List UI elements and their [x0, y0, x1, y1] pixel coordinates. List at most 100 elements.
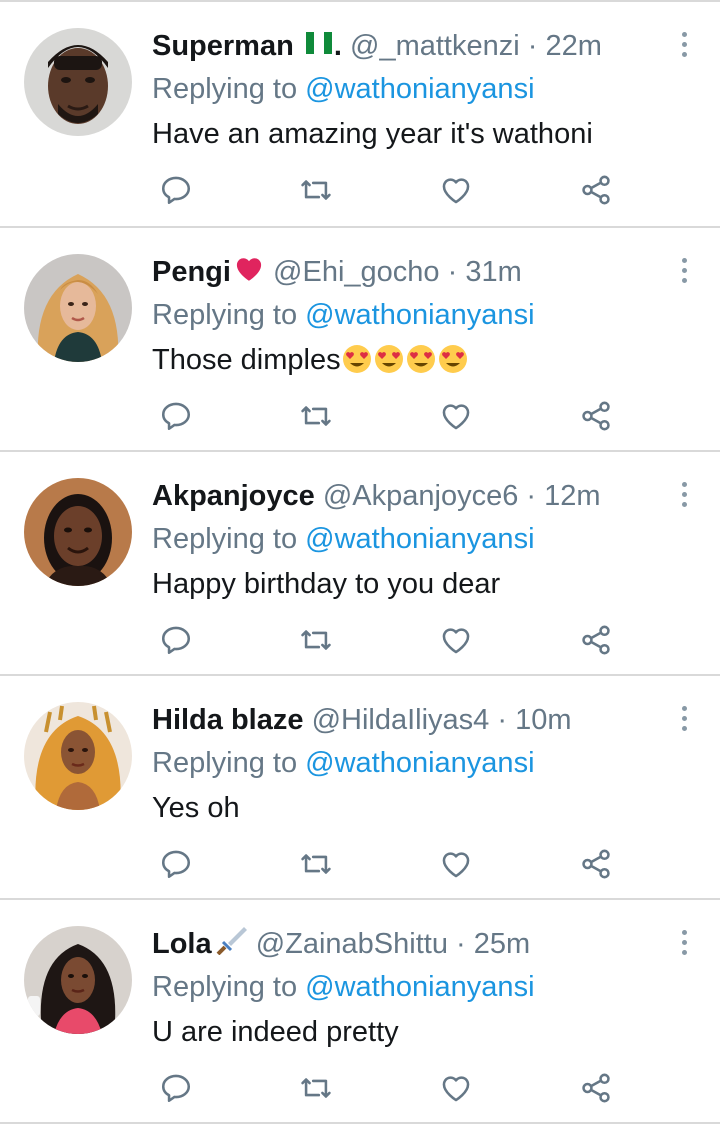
reply-icon: [161, 176, 191, 205]
more-vertical-icon[interactable]: [678, 930, 690, 960]
replying-to: Replying to @wathonianyansi: [152, 968, 535, 1006]
tweet-header: Superman . @_mattkenzi · 22m: [152, 26, 602, 67]
replying-handle-link[interactable]: @wathonianyansi: [305, 523, 534, 555]
tweet-time: 25m: [473, 928, 531, 960]
author-handle[interactable]: @Ehi_gocho: [273, 256, 440, 288]
replying-prefix: Replying to: [152, 299, 298, 331]
replying-prefix: Replying to: [152, 73, 298, 105]
tweet-actions: [152, 170, 632, 210]
avatar[interactable]: [24, 254, 132, 362]
separator-dot: ·: [447, 256, 458, 288]
replying-handle-link[interactable]: @wathonianyansi: [305, 971, 534, 1003]
tweet-item[interactable]: Pengi @Ehi_gocho · 31m Replying to @wath…: [0, 228, 720, 452]
avatar[interactable]: [24, 28, 132, 136]
reply-button[interactable]: [156, 1068, 196, 1108]
reply-button[interactable]: [156, 620, 196, 660]
tweet-text: U are indeed pretty: [152, 1016, 399, 1048]
replying-handle-link[interactable]: @wathonianyansi: [305, 747, 534, 779]
retweet-button[interactable]: [296, 170, 336, 210]
retweet-button[interactable]: [296, 1068, 336, 1108]
like-button[interactable]: [436, 620, 476, 660]
tweet-text: Happy birthday to you dear: [152, 568, 501, 600]
retweet-icon: [301, 630, 331, 650]
share-button[interactable]: [576, 844, 616, 884]
separator-dot: ·: [497, 704, 508, 736]
author-name[interactable]: Superman: [152, 30, 294, 62]
like-button[interactable]: [436, 844, 476, 884]
tweet-header: Lola @ZainabShittu · 25m: [152, 924, 530, 966]
more-vertical-icon[interactable]: [678, 258, 690, 288]
more-vertical-icon[interactable]: [678, 482, 690, 512]
tweet-text-container: Those dimples: [152, 340, 469, 380]
author-name[interactable]: Akpanjoyce: [152, 480, 315, 512]
tweet-text: Have an amazing year it's wathoni: [152, 118, 593, 150]
tweet-item[interactable]: Lola @ZainabShittu · 25m Replying to @wa…: [0, 900, 720, 1124]
tweet-actions: [152, 620, 632, 660]
red-heart-icon: [233, 253, 265, 293]
author-handle[interactable]: @_mattkenzi: [350, 30, 520, 62]
separator-dot: ·: [527, 30, 538, 62]
nigeria-flag-icon: [304, 27, 334, 67]
retweet-icon: [301, 854, 331, 874]
author-name[interactable]: Pengi: [152, 256, 231, 288]
avatar[interactable]: [24, 702, 132, 810]
tweet-time: 31m: [465, 256, 522, 288]
reply-icon: [161, 402, 191, 431]
heart-eyes-emoji-icon: [341, 344, 469, 376]
reply-icon: [161, 1074, 191, 1103]
more-vertical-icon[interactable]: [678, 706, 690, 736]
share-icon: [582, 849, 610, 879]
reply-button[interactable]: [156, 396, 196, 436]
tweet-time: 22m: [545, 30, 602, 62]
replying-handle-link[interactable]: @wathonianyansi: [305, 73, 534, 105]
author-name[interactable]: Hilda blaze: [152, 704, 304, 736]
tweet-actions: [152, 844, 632, 884]
reply-button[interactable]: [156, 844, 196, 884]
tweet-text: Yes oh: [152, 792, 240, 824]
share-icon: [582, 401, 610, 431]
author-handle[interactable]: @Akpanjoyce6: [323, 480, 519, 512]
replying-handle-link[interactable]: @wathonianyansi: [305, 299, 534, 331]
heart-icon: [442, 404, 470, 430]
retweet-button[interactable]: [296, 620, 336, 660]
author-name[interactable]: Lola: [152, 928, 212, 960]
retweet-icon: [301, 1078, 331, 1098]
replying-prefix: Replying to: [152, 747, 298, 779]
heart-icon: [442, 178, 470, 204]
heart-icon: [442, 1076, 470, 1102]
tweet-actions: [152, 396, 632, 436]
retweet-button[interactable]: [296, 844, 336, 884]
avatar[interactable]: [24, 478, 132, 586]
share-button[interactable]: [576, 620, 616, 660]
replying-to: Replying to @wathonianyansi: [152, 296, 535, 334]
share-icon: [582, 625, 610, 655]
author-handle[interactable]: @ZainabShittu: [256, 928, 448, 960]
dagger-icon: [214, 925, 248, 966]
tweet-header: Pengi @Ehi_gocho · 31m: [152, 252, 522, 293]
reply-button[interactable]: [156, 170, 196, 210]
share-button[interactable]: [576, 1068, 616, 1108]
like-button[interactable]: [436, 1068, 476, 1108]
share-button[interactable]: [576, 170, 616, 210]
replying-prefix: Replying to: [152, 523, 298, 555]
tweet-item[interactable]: Hilda blaze @HildaIliyas4 · 10m Replying…: [0, 676, 720, 900]
avatar[interactable]: [24, 926, 132, 1034]
tweet-text: Those dimples: [152, 344, 341, 376]
like-button[interactable]: [436, 396, 476, 436]
share-icon: [582, 1073, 610, 1103]
replying-to: Replying to @wathonianyansi: [152, 70, 535, 108]
tweet-header: Akpanjoyce @Akpanjoyce6 · 12m: [152, 476, 601, 516]
tweet-item[interactable]: Akpanjoyce @Akpanjoyce6 · 12m Replying t…: [0, 452, 720, 676]
share-button[interactable]: [576, 396, 616, 436]
replying-to: Replying to @wathonianyansi: [152, 744, 535, 782]
heart-icon: [442, 852, 470, 878]
share-icon: [582, 175, 610, 205]
tweet-time: 12m: [544, 480, 601, 512]
tweet-item[interactable]: Superman . @_mattkenzi · 22m Replying to…: [0, 2, 720, 228]
like-button[interactable]: [436, 170, 476, 210]
tweet-header: Hilda blaze @HildaIliyas4 · 10m: [152, 700, 572, 740]
author-handle[interactable]: @HildaIliyas4: [312, 704, 490, 736]
retweet-icon: [301, 406, 331, 426]
retweet-button[interactable]: [296, 396, 336, 436]
more-vertical-icon[interactable]: [678, 32, 690, 62]
